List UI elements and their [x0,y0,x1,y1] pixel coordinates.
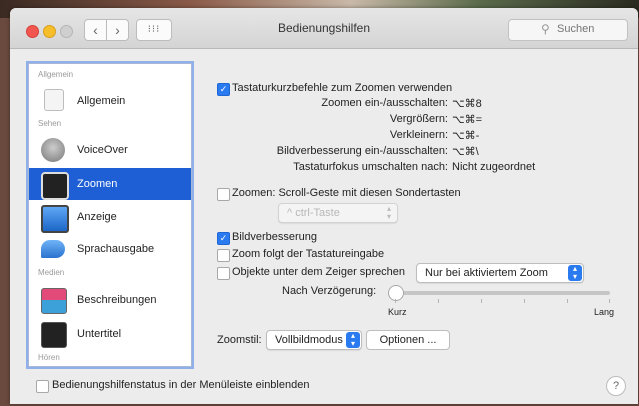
sidebar-item-zoomen[interactable]: Zoomen [29,168,191,200]
popup-arrows-icon: ▴ ▾ [568,265,582,281]
sidebar-item-beschreibungen[interactable]: Beschreibungen [29,284,191,316]
slider-tick [609,299,610,303]
search-icon: ⚲ [541,22,550,36]
sidebar-item-label: Anzeige [77,211,117,223]
smoothing-checkbox[interactable]: ✓ [217,232,230,245]
delay-min-label: Kurz [388,307,407,317]
descriptions-icon [41,288,67,314]
shortcut-label: Vergrößern: [389,113,448,125]
search-input[interactable] [555,22,623,36]
shortcut-key: Nicht zugeordnet [452,161,536,173]
shortcut-key: ⌥⌘8 [452,98,482,110]
delay-slider[interactable] [388,285,610,303]
scroll-gesture-label: Zoomen: Scroll-Geste mit diesen Sonderta… [232,187,461,199]
options-button[interactable]: Optionen ... [366,330,450,350]
general-icon [44,89,64,111]
preferences-window: ‹ › ⁝⁝⁝ Bedienungshilfen ⚲ Allgemein All… [10,8,638,404]
sidebar-item-label: Allgemein [77,95,126,107]
scroll-gesture-checkbox[interactable] [217,188,230,201]
shortcut-key: ⌥⌘= [452,114,483,126]
sidebar-item-label: Sprachausgabe [77,243,155,255]
slider-tick [395,299,396,303]
zoom-icon [41,172,69,200]
shortcut-labels: Zoomen ein-/ausschalten: Vergrößern: Ver… [232,97,448,177]
sidebar-item-untertitel[interactable]: Untertitel [29,318,191,350]
captions-icon [41,322,67,348]
speech-icon [41,240,65,258]
menubar-status-checkbox[interactable] [36,380,49,393]
section-header-general: Allgemein [38,70,74,79]
smoothing-label: Bildverbesserung [232,231,317,243]
slider-tick [524,299,525,303]
sidebar-item-label: Zoomen [77,178,118,190]
section-header-hearing: Hören [38,353,60,362]
shortcut-key: ⌥⌘- [452,130,480,142]
delay-label: Nach Verzögerung: [282,285,377,297]
shortcut-label: Verkleinern: [389,129,448,141]
voiceover-icon [41,138,65,162]
title-bar: ‹ › ⁝⁝⁝ Bedienungshilfen ⚲ [10,8,638,49]
shortcut-label: Tastaturfokus umschalten nach: [293,161,448,173]
shortcut-label: Bildverbesserung ein-/ausschalten: [276,145,448,157]
zoom-style-popup[interactable]: Vollbildmodus ▴ ▾ [266,330,362,350]
sidebar-item-label: Untertitel [77,328,122,340]
slider-tick [481,299,482,303]
search-field[interactable]: ⚲ [508,19,628,41]
shortcut-label: Zoomen ein-/ausschalten: [321,97,448,109]
shortcut-key: ⌥⌘\ [452,146,479,158]
delay-slider-knob[interactable] [388,285,404,301]
slider-tick [438,299,439,303]
zoom-style-label: Zoomstil: [217,334,262,346]
zoom-style-value: Vollbildmodus [275,334,343,346]
sidebar-item-label: Beschreibungen [77,294,157,306]
help-button[interactable]: ? [606,376,626,396]
speak-items-popup[interactable]: Nur bei aktiviertem Zoom ▴ ▾ [416,263,584,283]
speak-items-checkbox[interactable] [217,267,230,280]
speak-items-label: Objekte unter dem Zeiger sprechen [232,266,406,278]
popup-arrows-icon: ▴ ▾ [346,332,360,348]
menubar-status-label: Bedienungshilfenstatus in der Menüleiste… [52,379,310,391]
sidebar-item-sprachausgabe[interactable]: Sprachausgabe [29,233,191,265]
delay-max-label: Lang [594,307,615,317]
sidebar-item-allgemein[interactable]: Allgemein [29,85,191,117]
follow-focus-checkbox[interactable] [217,249,230,262]
follow-focus-label: Zoom folgt der Tastatureingabe [232,248,385,260]
section-header-vision: Sehen [38,119,62,128]
display-icon [41,205,69,233]
section-header-media: Medien [38,268,65,277]
category-sidebar: Allgemein Allgemein Sehen VoiceOver Zoom… [28,63,192,367]
speak-items-value: Nur bei aktiviertem Zoom [425,267,548,279]
sidebar-item-voiceover[interactable]: VoiceOver [29,134,191,166]
shortcuts-checkbox-label: Tastaturkurzbefehle zum Zoomen verwenden [232,82,453,94]
modifier-key-popup[interactable]: ^ ctrl-Taste ▴ ▾ [278,203,398,223]
slider-tick [567,299,568,303]
popup-arrows-icon: ▴ ▾ [386,204,391,221]
shortcuts-checkbox[interactable]: ✓ [217,83,230,96]
sidebar-item-label: VoiceOver [77,144,128,156]
modifier-key-value: ^ ctrl-Taste [287,207,340,219]
sidebar-item-anzeige[interactable]: Anzeige [29,201,191,233]
